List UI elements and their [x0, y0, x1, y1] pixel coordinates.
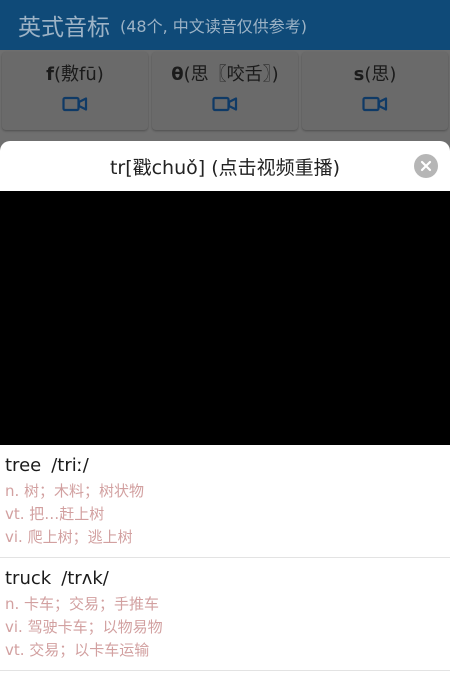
definition: vi. 爬上树；逃上树 — [5, 528, 133, 546]
word: truck — [5, 568, 52, 589]
definition: vi. 驾驶卡车；以物易物 — [5, 618, 163, 636]
page-title: 英式音标 — [18, 15, 110, 41]
modal-header: tr[戳chuǒ] (点击视频重播) — [0, 141, 450, 191]
phonetic-key-s[interactable]: s(思) — [302, 52, 448, 130]
definition: vt. 交易；以卡车运输 — [5, 641, 150, 659]
video-camera-icon[interactable] — [62, 96, 88, 112]
modal-title[interactable]: tr[戳chuǒ] (点击视频重播) — [110, 153, 340, 180]
word-list: tree/triː/ n. 树；木料；树状物 vt. 把…赶上树 vi. 爬上树… — [0, 445, 450, 671]
phonetic-key-f[interactable]: f(敷fū) — [2, 52, 148, 130]
definition: n. 卡车；交易；手推车 — [5, 595, 160, 613]
key-symbol: f — [46, 64, 55, 85]
video-modal: tr[戳chuǒ] (点击视频重播) tree/triː/ n. 树；木料；树状… — [0, 141, 450, 682]
video-camera-icon[interactable] — [362, 96, 388, 112]
key-hint: (敷fū) — [54, 64, 104, 85]
list-item[interactable]: truck/trʌk/ n. 卡车；交易；手推车 vi. 驾驶卡车；以物易物 v… — [0, 558, 450, 671]
close-icon — [420, 160, 432, 172]
phonetic: /triː/ — [51, 455, 89, 476]
page-subtitle: (48个, 中文读音仅供参考) — [120, 17, 308, 36]
definition: n. 树；木料；树状物 — [5, 482, 145, 500]
phonetic-key-theta[interactable]: θ(思〖咬舌〗) — [152, 52, 298, 130]
app-header: 英式音标 (48个, 中文读音仅供参考) — [0, 0, 450, 50]
key-symbol: θ — [171, 64, 184, 85]
word: tree — [5, 455, 42, 476]
key-hint: (思〖咬舌〗) — [183, 64, 279, 85]
video-camera-icon[interactable] — [212, 96, 238, 112]
key-hint: (思) — [364, 64, 397, 85]
key-symbol: s — [353, 64, 365, 85]
phonetic-key-row: f(敷fū) θ(思〖咬舌〗) s(思) — [0, 52, 450, 132]
phonetic: /trʌk/ — [61, 568, 109, 589]
video-player[interactable] — [0, 191, 450, 445]
definition: vt. 把…赶上树 — [5, 505, 105, 523]
close-button[interactable] — [414, 154, 438, 178]
list-item[interactable]: tree/triː/ n. 树；木料；树状物 vt. 把…赶上树 vi. 爬上树… — [0, 445, 450, 558]
